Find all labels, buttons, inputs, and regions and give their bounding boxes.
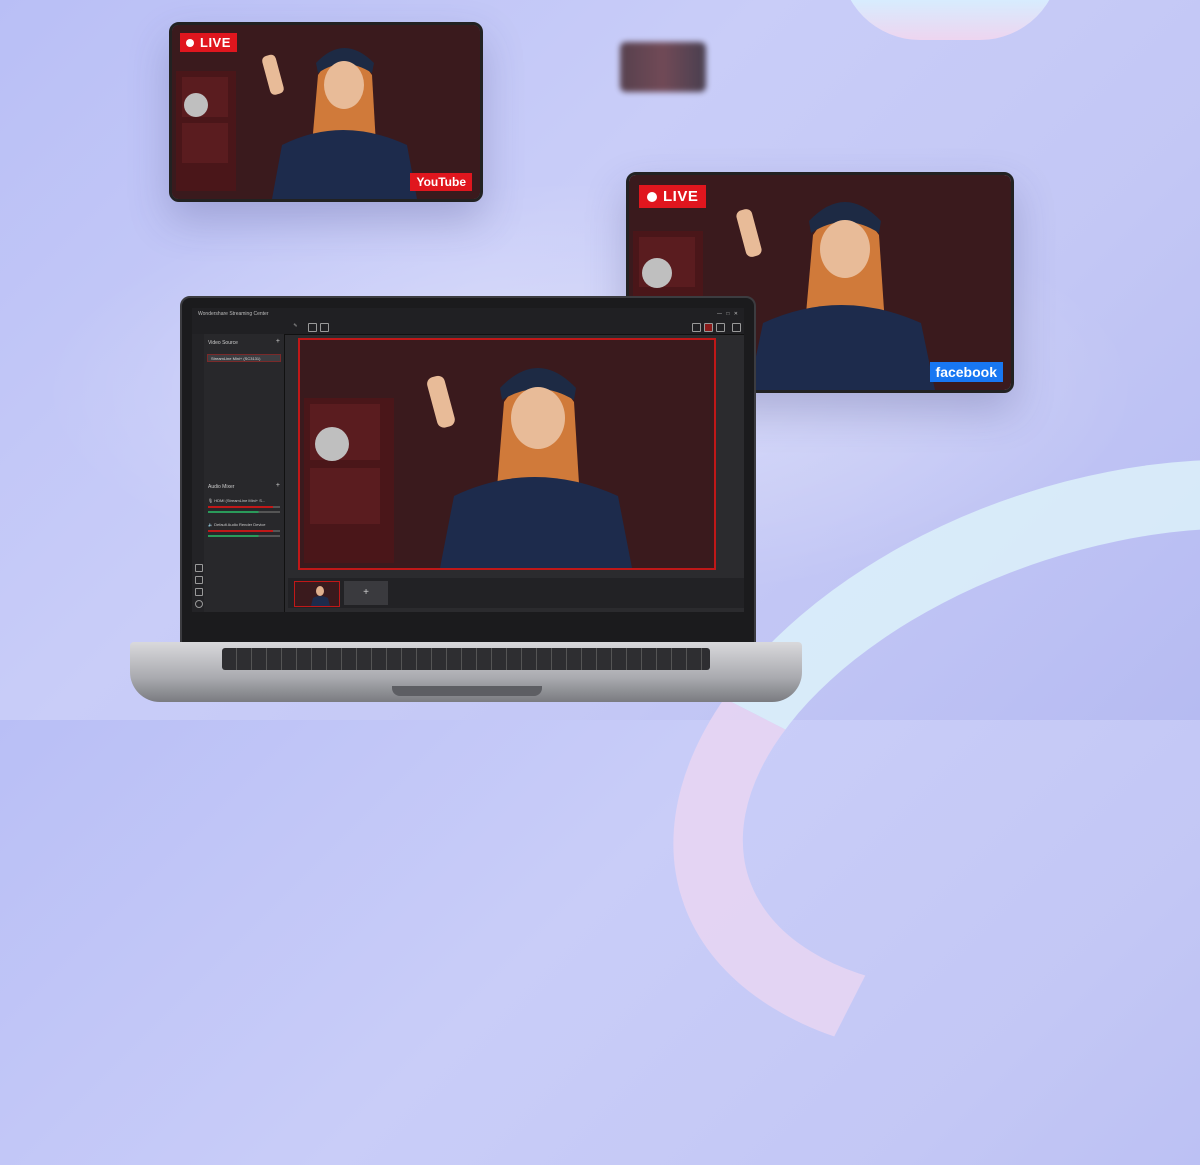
scene-strip: + <box>288 578 744 608</box>
toolbar: ✎ <box>192 320 744 335</box>
scene-preview <box>295 582 339 606</box>
youtube-badge: YouTube <box>410 173 472 191</box>
decorative-swoosh-top <box>840 0 1060 40</box>
live-label: LIVE <box>200 35 231 50</box>
live-badge: LIVE <box>180 33 237 52</box>
video-source-item[interactable]: StreamLine Mini+ (SC3131) <box>207 354 281 362</box>
youtube-stream-preview: LIVE YouTube <box>169 22 483 202</box>
audio-mixer-row: 🎙 HDMI (StreamLine Mini+ S... <box>208 498 280 513</box>
blurred-preview-card <box>620 42 706 92</box>
laptop-hinge <box>392 686 542 696</box>
level-meter <box>208 511 280 513</box>
streamer-photo <box>300 340 714 568</box>
fullscreen-icon[interactable] <box>320 323 329 332</box>
audio-mixer-title: Audio Mixer <box>208 484 235 490</box>
audio-device-label: HDMI (StreamLine Mini+ S... <box>214 498 266 503</box>
add-scene-button[interactable]: + <box>344 581 388 605</box>
app-title: Wondershare Streaming Center <box>198 311 269 317</box>
user-icon[interactable] <box>195 588 203 596</box>
help-icon[interactable] <box>195 600 203 608</box>
facebook-badge: facebook <box>929 362 1003 382</box>
video-source-title: Video Source <box>208 340 238 346</box>
add-source-icon[interactable]: + <box>276 338 280 345</box>
volume-slider[interactable] <box>208 530 280 532</box>
level-meter <box>208 535 280 537</box>
stream-icon[interactable] <box>732 323 741 332</box>
live-badge: LIVE <box>639 185 707 208</box>
left-rail <box>192 334 204 612</box>
record-dot-icon <box>647 191 657 202</box>
speaker-icon[interactable]: 🔈 <box>208 522 213 527</box>
pen-icon[interactable]: ✎ <box>292 323 299 330</box>
volume-slider[interactable] <box>208 506 280 508</box>
title-bar: Wondershare Streaming Center — □ ✕ <box>192 308 744 320</box>
close-icon[interactable]: ✕ <box>734 311 738 317</box>
keyboard <box>222 648 710 670</box>
record-dot-icon <box>186 38 194 47</box>
file-icon[interactable] <box>195 576 203 584</box>
record-icon[interactable] <box>692 323 701 332</box>
scene-thumbnail[interactable] <box>294 581 340 607</box>
laptop: Wondershare Streaming Center — □ ✕ ✎ Vid… <box>180 296 756 650</box>
add-audio-icon[interactable]: + <box>276 482 280 489</box>
screen-icon[interactable] <box>195 564 203 572</box>
live-icon[interactable] <box>704 323 713 332</box>
minimize-icon[interactable]: — <box>717 311 722 317</box>
sources-panel: Video Source + StreamLine Mini+ (SC3131)… <box>204 334 285 612</box>
window-controls: — □ ✕ <box>717 311 738 317</box>
app-window: Wondershare Streaming Center — □ ✕ ✎ Vid… <box>192 308 744 612</box>
audio-mixer-row: 🔈 Default Audio Render Device <box>208 522 280 537</box>
mic-icon[interactable]: 🎙 <box>208 498 213 503</box>
preview-stage[interactable] <box>298 338 716 570</box>
audio-device-label: Default Audio Render Device <box>214 522 266 527</box>
live-label: LIVE <box>663 188 699 205</box>
settings-icon[interactable] <box>716 323 725 332</box>
maximize-icon[interactable]: □ <box>726 311 729 317</box>
layout-icon[interactable] <box>308 323 317 332</box>
